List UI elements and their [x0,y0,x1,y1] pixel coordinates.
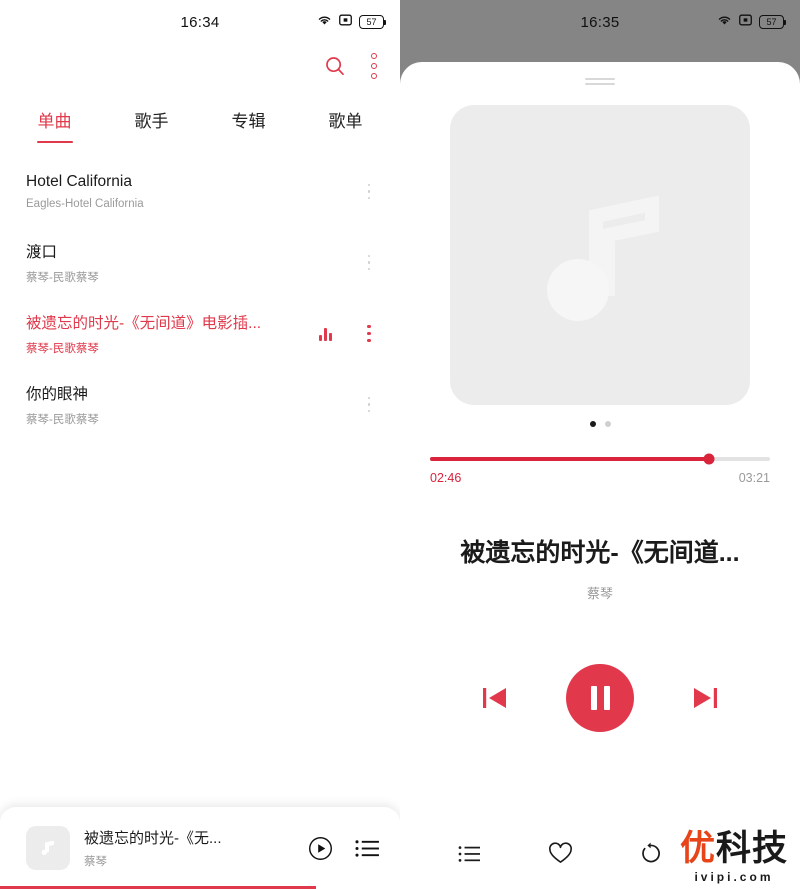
tab-songs[interactable]: 单曲 [6,107,103,144]
seek-thumb[interactable] [703,454,714,465]
song-subtitle: 蔡琴-民歌蔡琴 [26,269,358,285]
repeat-icon[interactable] [639,842,663,865]
table-row[interactable]: 渡口 蔡琴-民歌蔡琴 [0,227,400,298]
search-icon[interactable] [324,55,346,77]
more-vertical-icon[interactable] [368,50,380,82]
page-title: 被遗忘的时光-《无间道... [400,533,800,569]
song-list: Hotel California Eagles-Hotel California… [0,144,400,440]
song-subtitle: 蔡琴-民歌蔡琴 [26,411,358,427]
tab-albums[interactable]: 专辑 [200,107,297,144]
mini-player[interactable]: 被遗忘的时光-《无... 蔡琴 [0,807,400,889]
now-playing-artist: 蔡琴 [400,583,800,602]
screenshot-root: 16:34 57 [0,0,800,889]
status-bar-left: 16:34 57 [0,0,400,44]
table-row[interactable]: 被遗忘的时光-《无间道》电影插... 蔡琴-民歌蔡琴 [0,298,400,369]
transport-controls [400,664,800,732]
mini-player-title: 被遗忘的时光-《无... [84,827,286,848]
total-duration: 03:21 [739,471,770,485]
heart-icon[interactable] [548,842,573,865]
skip-next-icon[interactable] [690,684,720,712]
page-indicator [400,421,800,427]
mini-player-artwork [26,826,70,870]
pause-icon[interactable] [566,664,634,732]
status-bar-right: 16:35 57 [400,0,800,44]
skip-previous-icon[interactable] [480,684,510,712]
music-note-icon [530,180,670,330]
watermark: 优科技 ivipi.com [680,831,788,883]
song-subtitle: 蔡琴-民歌蔡琴 [26,340,319,356]
list-header-actions [0,44,400,88]
seek-fill [430,457,709,461]
song-title: 你的眼神 [26,382,358,404]
wifi-icon [317,13,332,31]
page-dot-active[interactable] [590,421,596,427]
play-circle-icon[interactable] [308,836,333,861]
status-indicators: 57 [317,13,384,31]
tab-artists[interactable]: 歌手 [103,107,200,144]
song-title: 渡口 [26,240,358,262]
seek-times: 02:46 03:21 [430,471,770,485]
watermark-url: ivipi.com [680,871,788,883]
battery-indicator: 57 [359,15,384,29]
table-row[interactable]: 你的眼神 蔡琴-民歌蔡琴 [0,369,400,440]
category-tabs: 单曲 歌手 专辑 歌单 [0,88,400,144]
now-playing-sheet: 02:46 03:21 被遗忘的时光-《无间道... 蔡琴 [400,62,800,889]
music-note-icon [38,838,58,858]
mini-player-info: 被遗忘的时光-《无... 蔡琴 [84,827,286,869]
song-title: Hotel California [26,173,358,191]
screen-cast-icon [739,13,752,31]
song-overflow-icon[interactable] [358,255,380,271]
song-list-screen: 16:34 57 [0,0,400,889]
now-playing-screen: 16:35 57 [400,0,800,889]
watermark-brand-rest: 科技 [716,829,788,868]
wifi-icon [717,13,732,31]
tab-playlists[interactable]: 歌单 [297,107,394,144]
watermark-brand: 优科技 [680,831,788,866]
playlist-icon[interactable] [355,838,380,859]
song-subtitle: Eagles-Hotel California [26,198,358,210]
seek-bar[interactable]: 02:46 03:21 [430,457,770,485]
battery-indicator: 57 [759,15,784,29]
song-info: 被遗忘的时光-《无间道》电影插... 蔡琴-民歌蔡琴 [26,311,319,356]
song-overflow-icon[interactable] [358,325,380,343]
screen-cast-icon [339,13,352,31]
seek-track[interactable] [430,457,770,461]
current-time: 02:46 [430,471,461,485]
status-indicators: 57 [717,13,784,31]
album-artwork[interactable] [450,105,750,405]
song-overflow-icon[interactable] [358,184,380,200]
song-info: 你的眼神 蔡琴-民歌蔡琴 [26,382,358,427]
watermark-brand-first: 优 [680,829,716,868]
song-info: 渡口 蔡琴-民歌蔡琴 [26,240,358,285]
song-overflow-icon[interactable] [358,397,380,413]
page-dot[interactable] [605,421,611,427]
table-row[interactable]: Hotel California Eagles-Hotel California [0,156,400,227]
mini-player-artist: 蔡琴 [84,853,286,869]
song-info: Hotel California Eagles-Hotel California [26,173,358,210]
equalizer-playing-icon [319,327,332,341]
song-title: 被遗忘的时光-《无间道》电影插... [26,311,319,333]
playlist-icon[interactable] [458,844,482,864]
drag-handle[interactable] [585,78,615,85]
